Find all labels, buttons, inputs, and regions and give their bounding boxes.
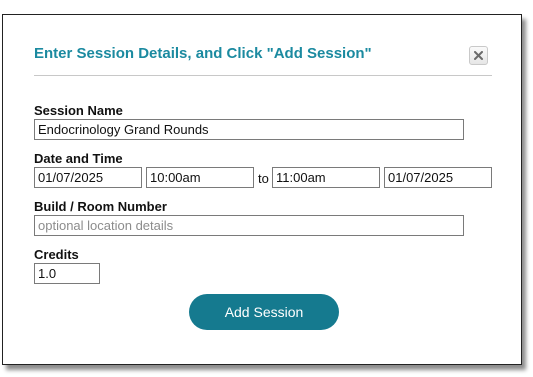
session-name-input[interactable] [34, 119, 464, 140]
title-divider [34, 75, 492, 76]
credits-label: Credits [34, 247, 79, 262]
location-input[interactable] [34, 215, 464, 236]
date-time-label: Date and Time [34, 151, 123, 166]
session-name-label: Session Name [34, 103, 123, 118]
end-date-input[interactable] [384, 167, 492, 188]
time-range-separator: to [258, 171, 269, 186]
credits-input[interactable] [34, 263, 100, 284]
start-time-input[interactable] [146, 167, 254, 188]
location-label: Build / Room Number [34, 199, 167, 214]
start-date-input[interactable] [34, 167, 142, 188]
close-x-icon [474, 51, 483, 60]
close-button[interactable] [469, 46, 488, 65]
end-time-input[interactable] [272, 167, 380, 188]
add-session-button[interactable]: Add Session [189, 294, 339, 330]
dialog-title: Enter Session Details, and Click "Add Se… [34, 45, 372, 62]
add-session-dialog: Enter Session Details, and Click "Add Se… [2, 14, 522, 365]
